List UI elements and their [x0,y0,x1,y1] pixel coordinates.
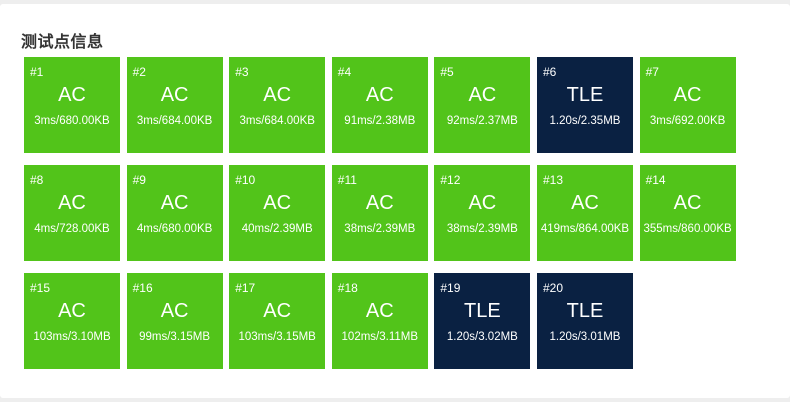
testcase-status: AC [160,84,189,106]
testcase-status: AC [365,84,394,106]
testcase-10[interactable]: #10 AC 40ms/2.39MB [229,165,326,261]
testcase-stats: 91ms/2.38MB [344,115,416,127]
testcase-stats: 1.20s/2.35MB [549,115,621,127]
testcase-stats: 4ms/680.00KB [136,223,213,235]
testcase-number: #18 [337,281,358,295]
testcase-status: AC [571,192,599,214]
testcase-status: AC [365,300,394,322]
testcase-number: #3 [235,65,249,79]
panel-title: 测试点信息 [21,34,104,51]
testcase-13[interactable]: #13 AC 419ms/864.00KB [536,165,633,261]
testcase-4[interactable]: #4 AC 91ms/2.38MB [331,57,428,153]
testcase-number: #10 [235,173,256,187]
testcase-status: TLE [464,300,501,322]
testcase-status: AC [263,192,292,214]
testcase-15[interactable]: #15 AC 103ms/3.10MB [24,273,120,369]
testcase-status: AC [58,84,86,106]
testcase-number: #1 [30,65,44,79]
testcase-7[interactable]: #7 AC 3ms/692.00KB [639,57,736,153]
testcase-stats: 4ms/728.00KB [34,223,110,235]
testcase-19[interactable]: #19 TLE 1.20s/3.02MB [434,273,531,369]
testcase-status: AC [673,192,702,214]
testcase-stats: 103ms/3.10MB [33,331,111,343]
testcase-stats: 1.20s/3.02MB [446,331,518,343]
testcase-stats: 3ms/692.00KB [649,115,726,127]
testcase-stats: 102ms/3.11MB [341,331,419,343]
testcase-2[interactable]: #2 AC 3ms/684.00KB [126,57,223,153]
testcase-16[interactable]: #16 AC 99ms/3.15MB [126,273,223,369]
testcase-status: AC [263,84,292,106]
testcase-status: AC [468,192,497,214]
testcase-11[interactable]: #11 AC 38ms/2.39MB [331,165,428,261]
testcase-status: AC [58,300,86,322]
testcase-number: #20 [542,281,563,295]
testcase-stats: 38ms/2.39MB [446,223,518,235]
testcase-5[interactable]: #5 AC 92ms/2.37MB [434,57,531,153]
testcase-number: #13 [542,173,563,187]
testcase-number: #15 [30,281,51,295]
testcase-status: TLE [566,84,604,106]
testcase-18[interactable]: #18 AC 102ms/3.11MB [331,273,428,369]
testcase-20[interactable]: #20 TLE 1.20s/3.01MB [536,273,633,369]
testcase-number: #5 [440,65,454,79]
testcase-status: AC [160,192,189,214]
testcase-stats: 3ms/684.00KB [239,115,315,127]
testcase-17[interactable]: #17 AC 103ms/3.15MB [229,273,326,369]
testcase-8[interactable]: #8 AC 4ms/728.00KB [24,165,120,261]
testcase-stats: 3ms/684.00KB [136,115,213,127]
testcase-stats: 3ms/680.00KB [34,115,110,127]
testcase-number: #6 [542,65,557,79]
testcase-stats: 355ms/860.00KB [643,223,732,235]
testcase-3[interactable]: #3 AC 3ms/684.00KB [229,57,326,153]
testcase-number: #16 [132,281,153,295]
testcase-number: #9 [132,173,146,187]
testcase-number: #19 [440,281,461,295]
testcase-status: AC [263,300,292,322]
testcase-number: #12 [440,173,461,187]
testcase-6[interactable]: #6 TLE 1.20s/2.35MB [536,57,633,153]
testcase-number: #2 [132,65,146,79]
testcase-panel: 测试点信息 #1 AC 3ms/680.00KB #2 AC 3ms/684.00KB … [0,4,790,398]
testcase-1[interactable]: #1 AC 3ms/680.00KB [24,57,120,153]
testcase-status: AC [160,300,189,322]
testcase-number: #14 [645,173,666,187]
testcase-stats: 1.20s/3.01MB [549,331,621,343]
testcase-grid: #1 AC 3ms/680.00KB #2 AC 3ms/684.00KB #3 AC 3m… [24,57,736,369]
testcase-number: #8 [30,173,44,187]
testcase-status: AC [673,84,702,106]
testcase-12[interactable]: #12 AC 38ms/2.39MB [434,165,531,261]
testcase-stats: 419ms/864.00KB [540,223,630,235]
testcase-status: AC [468,84,497,106]
testcase-number: #4 [337,65,352,79]
testcase-9[interactable]: #9 AC 4ms/680.00KB [126,165,223,261]
testcase-status: TLE [566,300,604,322]
testcase-number: #7 [645,65,659,79]
testcase-stats: 99ms/3.15MB [139,331,211,343]
testcase-status: AC [58,192,86,214]
testcase-stats: 103ms/3.15MB [238,331,316,343]
testcase-stats: 92ms/2.37MB [446,115,518,127]
testcase-status: AC [365,192,394,214]
testcase-stats: 40ms/2.39MB [241,223,313,235]
testcase-14[interactable]: #14 AC 355ms/860.00KB [639,165,736,261]
testcase-number: #17 [235,281,256,295]
testcase-stats: 38ms/2.39MB [344,223,416,235]
testcase-number: #11 [337,173,357,187]
